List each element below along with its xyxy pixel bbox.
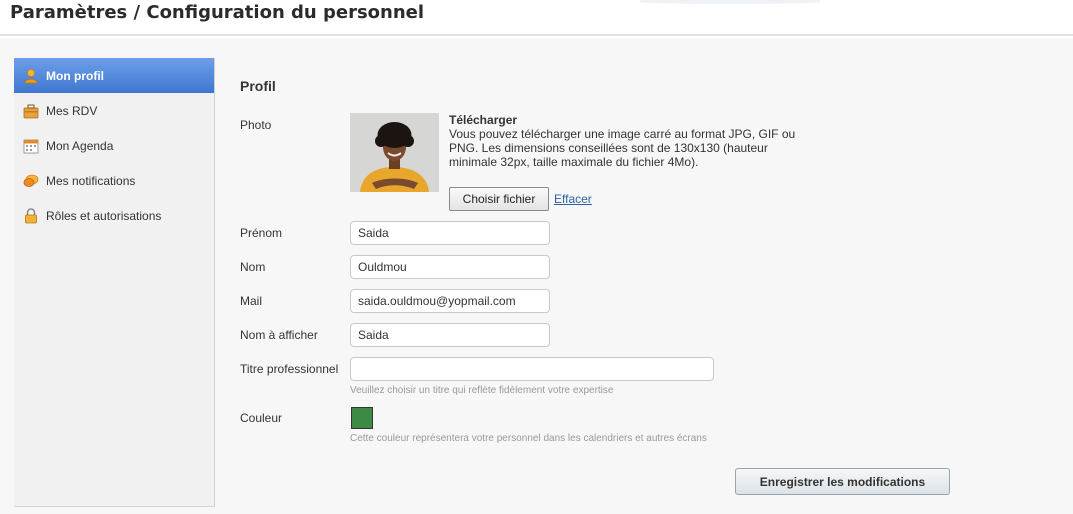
page-title: Paramètres / Configuration du personnel bbox=[10, 2, 425, 23]
mail-label: Mail bbox=[240, 294, 263, 308]
first-name-label: Prénom bbox=[240, 226, 283, 240]
sidebar-item-mes-rdv[interactable]: Mes RDV bbox=[14, 93, 214, 128]
sidebar-item-mon-agenda[interactable]: Mon Agenda bbox=[14, 128, 214, 163]
sidebar-item-label: Mes notifications bbox=[46, 173, 136, 188]
mail-input[interactable] bbox=[350, 289, 550, 313]
save-button[interactable]: Enregistrer les modifications bbox=[735, 468, 950, 495]
sidebar: Mon profil Mes RDV Mon Agenda Mes notifi… bbox=[14, 58, 215, 507]
last-name-label: Nom bbox=[240, 260, 266, 274]
color-picker[interactable] bbox=[351, 407, 373, 429]
upload-description: Vous pouvez télécharger une image carré … bbox=[449, 127, 796, 169]
sidebar-item-label: Mon profil bbox=[46, 68, 104, 83]
job-title-hint: Veuillez choisir un titre qui reflète fi… bbox=[350, 385, 614, 396]
last-name-input[interactable] bbox=[350, 255, 550, 279]
first-name-input[interactable] bbox=[350, 221, 550, 245]
upload-title: Télécharger bbox=[449, 113, 518, 127]
chat-bubble-icon bbox=[23, 173, 39, 189]
color-label: Couleur bbox=[240, 411, 283, 425]
sidebar-item-mes-notifications[interactable]: Mes notifications bbox=[14, 163, 214, 198]
briefcase-icon bbox=[23, 103, 39, 119]
sidebar-item-label: Rôles et autorisations bbox=[46, 208, 162, 223]
clear-photo-link[interactable]: Effacer bbox=[554, 192, 592, 206]
job-title-input[interactable] bbox=[350, 357, 714, 381]
user-icon bbox=[23, 68, 39, 84]
section-title: Profil bbox=[240, 78, 276, 94]
choose-file-button[interactable]: Choisir fichier bbox=[449, 187, 549, 211]
display-name-input[interactable] bbox=[350, 323, 550, 347]
top-decoration bbox=[640, 0, 820, 4]
calendar-icon bbox=[23, 138, 39, 154]
lock-icon bbox=[23, 207, 39, 224]
job-title-label: Titre professionnel bbox=[240, 362, 339, 376]
photo-label: Photo bbox=[240, 118, 272, 132]
display-name-label: Nom à afficher bbox=[240, 328, 318, 342]
sidebar-item-roles-autorisations[interactable]: Rôles et autorisations bbox=[14, 198, 214, 233]
profile-photo bbox=[350, 113, 439, 192]
sidebar-item-label: Mon Agenda bbox=[46, 138, 114, 153]
color-hint: Cette couleur représentera votre personn… bbox=[350, 433, 707, 444]
sidebar-item-mon-profil[interactable]: Mon profil bbox=[14, 58, 214, 93]
content-area: Mon profil Mes RDV Mon Agenda Mes notifi… bbox=[0, 38, 1073, 514]
top-bar: Paramètres / Configuration du personnel bbox=[0, 0, 1073, 36]
profile-panel: Profil Photo Télécharger Vous pouvez tél… bbox=[215, 58, 1073, 514]
sidebar-item-label: Mes RDV bbox=[46, 103, 98, 118]
